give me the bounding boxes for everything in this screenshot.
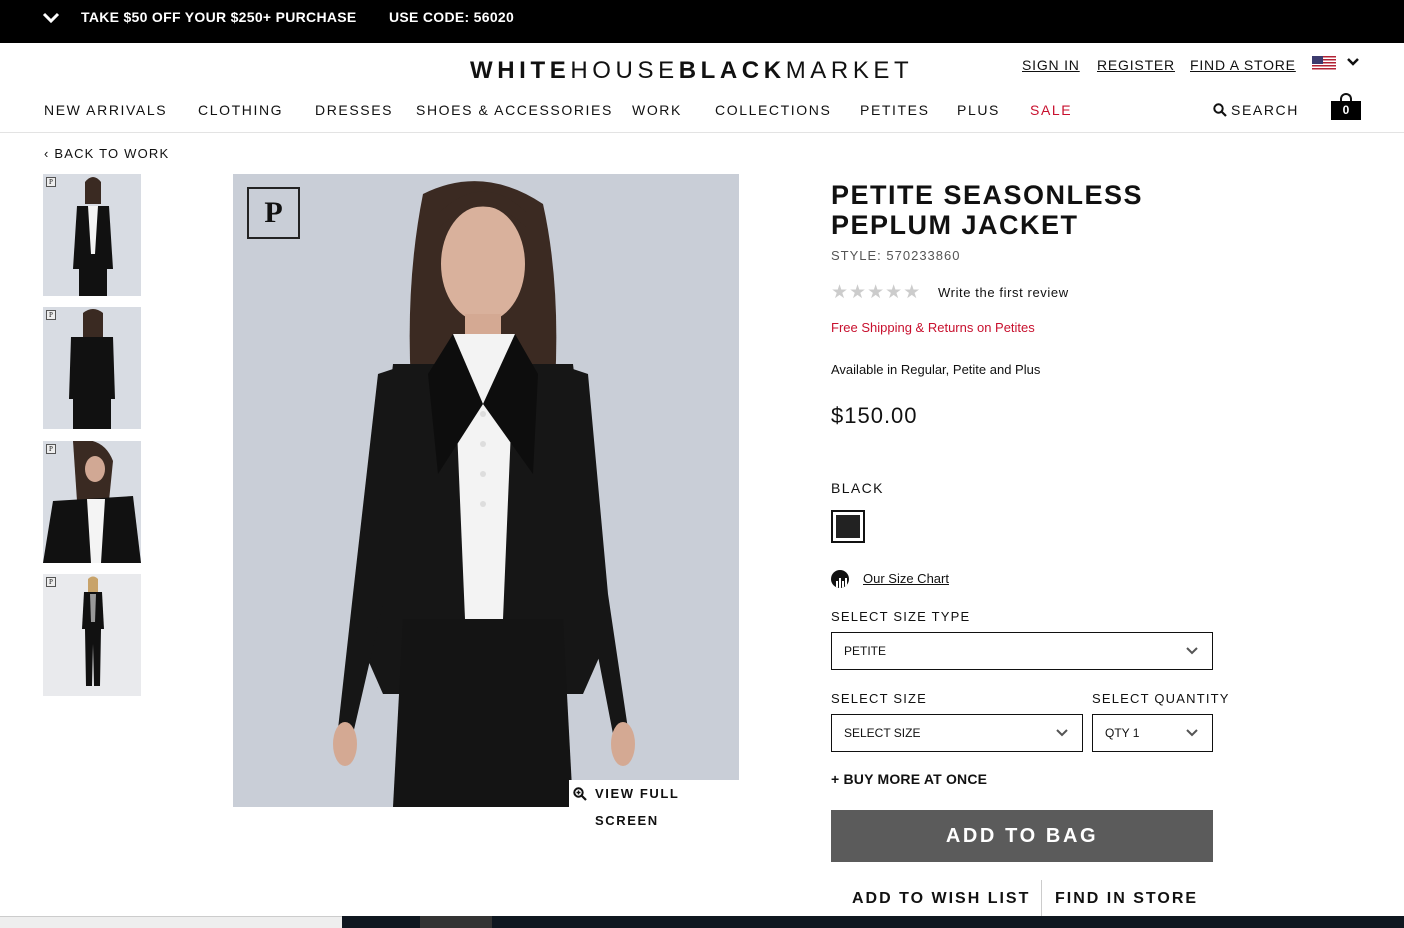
nav-clothing[interactable]: CLOTHING — [198, 102, 283, 118]
view-full-screen-button[interactable]: VIEW FULL SCREEN — [569, 780, 739, 828]
us-flag-icon[interactable] — [1312, 56, 1336, 71]
model-back-image — [69, 309, 115, 429]
zoom-in-icon — [573, 787, 587, 801]
rating-stars[interactable]: ★★★★★ — [831, 281, 921, 304]
bag-count: 0 — [1331, 101, 1361, 120]
petite-badge-icon: P — [46, 577, 56, 587]
write-review-link[interactable]: Write the first review — [938, 285, 1069, 300]
nav-collections[interactable]: COLLECTIONS — [715, 102, 831, 118]
thumbnail-3[interactable]: P — [43, 441, 141, 563]
product-style-number: STYLE: 570233860 — [831, 248, 961, 263]
nav-shoes-accessories[interactable]: SHOES & ACCESSORIES — [416, 102, 613, 118]
star-empty-icon: ★ — [831, 282, 850, 303]
nav-dresses[interactable]: DRESSES — [315, 102, 393, 118]
view-full-screen-label: VIEW FULL SCREEN — [595, 786, 680, 828]
model-wearing-jacket-image — [233, 174, 739, 807]
thumbnail-4[interactable]: P — [43, 574, 141, 696]
color-name: BLACK — [831, 480, 884, 496]
star-empty-icon: ★ — [867, 282, 886, 303]
back-to-work-link[interactable]: ‹ BACK TO WORK — [44, 146, 169, 161]
promo-code: USE CODE: 56020 — [389, 9, 515, 25]
search-icon — [1213, 103, 1227, 117]
size-type-value: PETITE — [844, 644, 887, 658]
thumbnail-1[interactable]: P — [43, 174, 141, 296]
size-chart-link[interactable]: Our Size Chart — [863, 571, 949, 586]
petite-badge-icon: P — [46, 177, 56, 187]
chevron-down-icon[interactable] — [1347, 58, 1359, 67]
star-empty-icon: ★ — [903, 282, 922, 303]
chevron-down-icon — [1186, 729, 1198, 737]
ruler-icon — [831, 570, 849, 588]
size-select[interactable]: SELECT SIZE — [831, 714, 1083, 752]
star-empty-icon: ★ — [849, 282, 868, 303]
model-full-length-image — [43, 574, 141, 696]
nav-sale[interactable]: SALE — [1030, 102, 1072, 118]
chevron-down-icon — [1056, 729, 1068, 737]
size-label: SELECT SIZE — [831, 691, 928, 706]
swatch-fill — [836, 515, 860, 538]
product-price: $150.00 — [831, 403, 918, 428]
search-label: SEARCH — [1231, 102, 1299, 118]
find-in-store-button[interactable]: FIND IN STORE — [1055, 890, 1198, 908]
chevron-down-icon — [1186, 647, 1198, 655]
thumbnail-2[interactable]: P — [43, 307, 141, 429]
action-divider — [1041, 880, 1042, 920]
logo[interactable]: WHITEHOUSEBLACKMARKET — [470, 57, 913, 85]
nav-plus[interactable]: PLUS — [957, 102, 1000, 118]
size-type-select[interactable]: PETITE — [831, 632, 1213, 670]
sign-in-link[interactable]: SIGN IN — [1022, 57, 1080, 73]
quantity-value: QTY 1 — [1105, 726, 1140, 740]
color-swatch-black[interactable] — [831, 510, 865, 543]
promo-bar: TAKE $50 OFF YOUR $250+ PURCHASE USE COD… — [0, 0, 1404, 43]
search-button[interactable]: SEARCH — [1213, 102, 1299, 118]
product-title: PETITE SEASONLESS PEPLUM JACKET — [831, 180, 1144, 240]
star-empty-icon: ★ — [885, 282, 904, 303]
footer-strip — [0, 916, 1404, 928]
free-shipping-message: Free Shipping & Returns on Petites — [831, 320, 1035, 335]
nav-petites[interactable]: PETITES — [860, 102, 930, 118]
petite-badge-icon: P — [247, 187, 300, 239]
chevron-down-icon[interactable] — [42, 11, 60, 25]
petite-badge-icon: P — [46, 444, 56, 454]
add-to-wish-list-button[interactable]: ADD TO WISH LIST — [852, 890, 1030, 908]
nav-work[interactable]: WORK — [632, 102, 682, 118]
find-a-store-link[interactable]: FIND A STORE — [1190, 57, 1296, 73]
add-to-bag-button[interactable]: ADD TO BAG — [831, 810, 1213, 862]
availability-text: Available in Regular, Petite and Plus — [831, 362, 1041, 377]
nav-new-arrivals[interactable]: NEW ARRIVALS — [44, 102, 167, 118]
model-front-image — [73, 177, 113, 296]
promo-offer: TAKE $50 OFF YOUR $250+ PURCHASE — [81, 9, 357, 25]
size-value: SELECT SIZE — [844, 726, 921, 740]
product-main-image[interactable]: P — [233, 174, 739, 807]
header-divider — [0, 132, 1404, 133]
quantity-select[interactable]: QTY 1 — [1092, 714, 1213, 752]
size-type-label: SELECT SIZE TYPE — [831, 609, 971, 624]
petite-badge-icon: P — [46, 310, 56, 320]
buy-more-at-once-link[interactable]: + BUY MORE AT ONCE — [831, 771, 987, 787]
quantity-label: SELECT QUANTITY — [1092, 691, 1230, 706]
shopping-bag-button[interactable]: 0 — [1331, 93, 1361, 120]
register-link[interactable]: REGISTER — [1097, 57, 1175, 73]
model-detail-image — [43, 441, 141, 563]
